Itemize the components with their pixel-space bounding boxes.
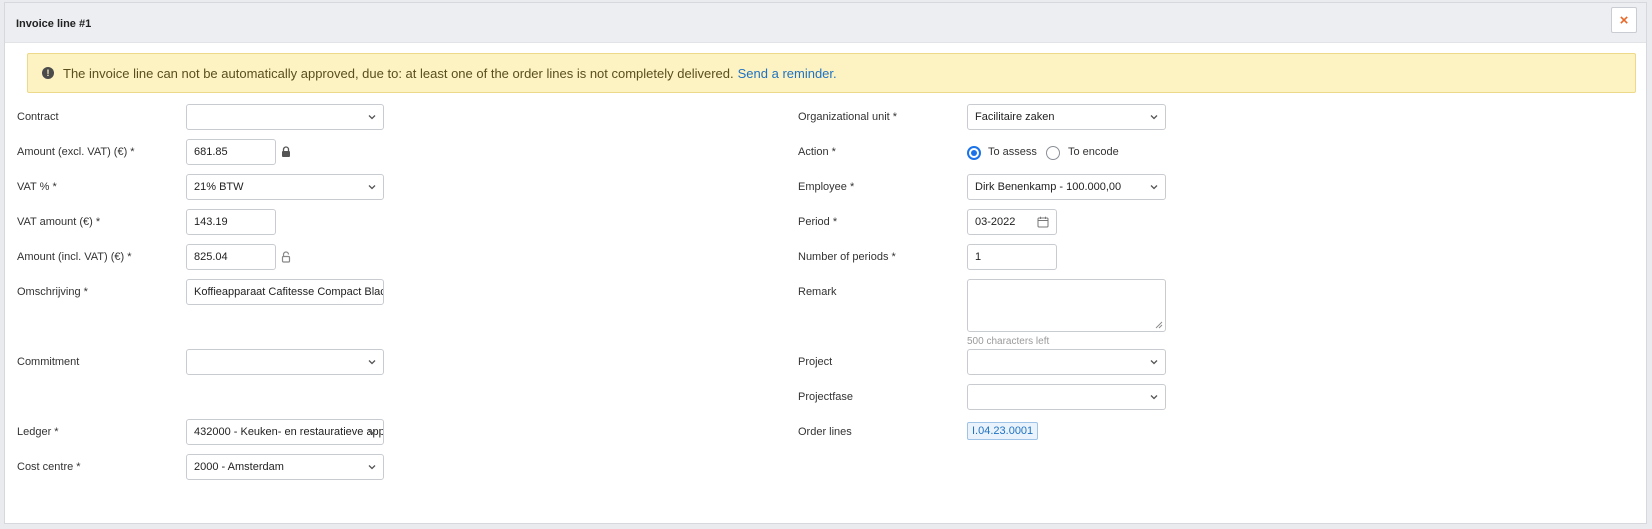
amount-excl-label: Amount (excl. VAT) (€) * [17,146,135,158]
action-label: Action * [798,146,836,158]
warning-alert: ! The invoice line can not be automatica… [27,53,1636,93]
remark-textarea[interactable] [967,279,1166,332]
employee-label: Employee * [798,181,855,193]
project-select[interactable] [967,349,1166,375]
dialog-header: Invoice line #1 × [5,3,1646,43]
alert-message: The invoice line can not be automaticall… [63,65,734,81]
contract-select[interactable] [186,104,384,130]
ledger-select[interactable]: 432000 - Keuken- en restauratieve appara… [186,419,384,445]
order-lines-label: Order lines [798,426,852,438]
num-periods-input[interactable]: 1 [967,244,1057,270]
to-encode-radio[interactable] [1046,146,1060,160]
to-assess-radio[interactable] [967,146,981,160]
projectfase-select[interactable] [967,384,1166,410]
chevron-down-icon [1150,360,1158,365]
close-icon: × [1619,11,1629,29]
chevron-down-icon [368,430,376,435]
to-assess-label[interactable]: To assess [988,146,1037,158]
resize-handle-icon[interactable] [1155,321,1163,329]
chevron-down-icon [1150,115,1158,120]
calendar-icon[interactable] [1037,216,1049,228]
remark-chars-left: 500 characters left [967,336,1050,347]
project-label: Project [798,356,833,368]
contract-label: Contract [17,111,59,123]
send-reminder-link[interactable]: Send a reminder. [738,66,837,81]
projectfase-label: Projectfase [798,391,854,403]
chevron-down-icon [368,360,376,365]
chevron-down-icon [368,185,376,190]
invoice-line-dialog: Invoice line #1 × ! The invoice line can… [4,2,1647,524]
commitment-select[interactable] [186,349,384,375]
amount-excl-input[interactable]: 681.85 [186,139,276,165]
commitment-label: Commitment [17,356,80,368]
employee-select[interactable]: Dirk Benenkamp - 100.000,00 [967,174,1166,200]
close-button[interactable]: × [1611,7,1637,33]
dialog-title: Invoice line #1 [16,18,92,30]
vat-amount-input[interactable]: 143.19 [186,209,276,235]
num-periods-label: Number of periods * [798,251,896,263]
org-unit-label: Organizational unit * [798,111,898,123]
remark-label: Remark [798,286,837,298]
vat-amount-label: VAT amount (€) * [17,216,101,228]
vat-pct-select[interactable]: 21% BTW [186,174,384,200]
amount-incl-label: Amount (incl. VAT) (€) * [17,251,132,263]
vat-pct-label: VAT % * [17,181,57,193]
omschrijving-input[interactable]: Koffieapparaat Cafitesse Compact Black [186,279,384,305]
chevron-down-icon [1150,395,1158,400]
period-input[interactable]: 03-2022 [967,209,1057,235]
lock-open-icon[interactable] [281,251,291,263]
cost-centre-label: Cost centre * [17,461,81,473]
to-encode-label[interactable]: To encode [1068,146,1119,158]
cost-centre-select[interactable]: 2000 - Amsterdam [186,454,384,480]
exclamation-circle-icon: ! [42,67,54,79]
period-label: Period * [798,216,838,228]
chevron-down-icon [368,115,376,120]
ledger-label: Ledger * [17,426,59,438]
chevron-down-icon [368,465,376,470]
omschrijving-label: Omschrijving * [17,286,88,298]
amount-incl-input[interactable]: 825.04 [186,244,276,270]
org-unit-select[interactable]: Facilitaire zaken [967,104,1166,130]
lock-closed-icon[interactable] [281,146,291,158]
order-line-tag[interactable]: I.04.23.0001 [967,422,1039,440]
chevron-down-icon [1150,185,1158,190]
